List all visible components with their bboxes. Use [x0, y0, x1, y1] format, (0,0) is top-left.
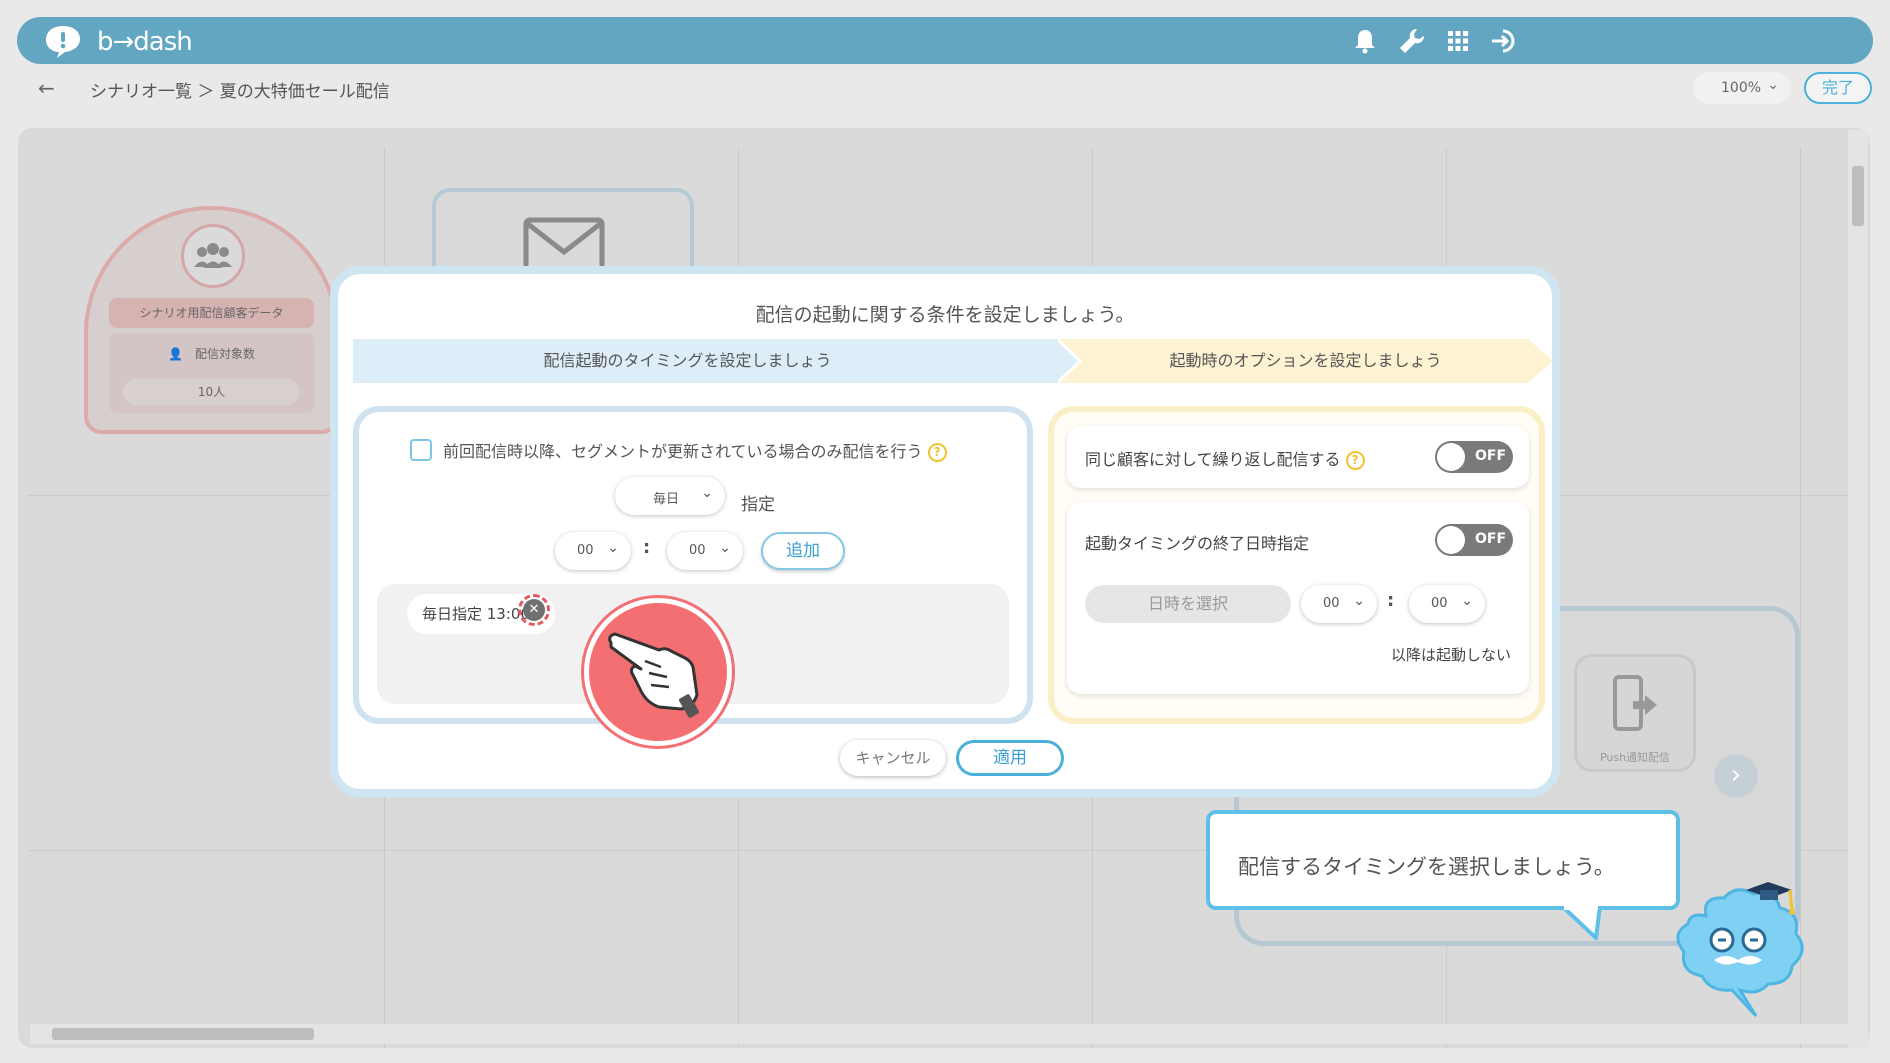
end-hour-value: 00	[1323, 596, 1340, 611]
hour-select[interactable]: 00 ⌄	[555, 532, 631, 570]
breadcrumb-bar: ← シナリオ一覧 ＞ 夏の大特価セール配信 100% ⌄ 完了	[10, 68, 1876, 110]
toggle-knob	[1437, 443, 1465, 471]
start-node[interactable]: シナリオ用配信顧客データ 👤 配信対象数 10人	[84, 206, 339, 434]
repeat-option-label: 同じ顧客に対して繰り返し配信する ?	[1085, 446, 1365, 470]
zoom-select[interactable]: 100% ⌄	[1693, 72, 1791, 104]
modal-title: 配信の起動に関する条件を設定しましょう。	[755, 304, 1135, 326]
apply-button[interactable]: 適用	[956, 740, 1064, 776]
logo-text: b→dash	[97, 27, 193, 57]
pointing-hand-icon	[584, 598, 732, 746]
tooltip-tail	[1560, 906, 1602, 940]
top-navigation-bar: b→dash	[17, 17, 1873, 64]
count-label: 👤 配信対象数	[168, 347, 255, 361]
end-date-toggle[interactable]: OFF	[1435, 524, 1513, 556]
time-colon: :	[1387, 590, 1395, 611]
toggle-state: OFF	[1475, 448, 1507, 464]
hour-value: 00	[577, 543, 594, 558]
users-icon	[181, 224, 245, 288]
toggle-state: OFF	[1475, 531, 1507, 547]
end-hour-select[interactable]: 00 ⌄	[1301, 585, 1377, 623]
bell-icon[interactable]	[1350, 26, 1380, 56]
back-arrow-icon[interactable]: ←	[38, 76, 55, 100]
breadcrumb[interactable]: シナリオ一覧 ＞ 夏の大特価セール配信	[90, 77, 390, 102]
horizontal-scrollbar[interactable]	[30, 1024, 1848, 1044]
next-arrow-icon[interactable]: ›	[1714, 754, 1758, 798]
chevron-down-icon: ⌄	[701, 485, 713, 501]
phone-push-icon	[1613, 675, 1657, 731]
help-icon[interactable]: ?	[927, 443, 947, 462]
chevron-down-icon: ⌄	[1461, 593, 1473, 609]
end-date-label: 起動タイミングの終了日時指定	[1085, 534, 1310, 553]
logo-bubble-icon	[46, 26, 80, 58]
options-panel: 同じ顧客に対して繰り返し配信する ? OFF 起動タイミングの終了日時指定 OF…	[1048, 406, 1545, 724]
minute-value: 00	[689, 543, 706, 558]
guide-tooltip: 配信するタイミングを選択しましょう。	[1206, 810, 1680, 910]
zoom-value: 100%	[1721, 80, 1762, 96]
push-node-label: Push通知配信	[1599, 751, 1671, 764]
tooltip-text: 配信するタイミングを選択しましょう。	[1238, 855, 1615, 879]
repeat-option-card: 同じ顧客に対して繰り返し配信する ? OFF	[1067, 426, 1529, 488]
grid-icon[interactable]	[1443, 26, 1473, 56]
frequency-suffix: 指定	[741, 495, 775, 515]
step-options[interactable]: 起動時のオプションを設定しましょう	[1058, 339, 1553, 383]
frequency-value: 毎日	[653, 492, 680, 507]
step-timing[interactable]: 配信起動のタイミングを設定しましょう	[353, 339, 1058, 383]
chevron-down-icon: ⌄	[607, 540, 619, 556]
scrollbar-thumb[interactable]	[52, 1028, 314, 1040]
start-node-count-box: 👤 配信対象数 10人	[109, 333, 314, 413]
mascot-brain-icon	[1676, 882, 1804, 1018]
segment-update-checkbox[interactable]	[410, 439, 432, 461]
done-button[interactable]: 完了	[1804, 72, 1872, 104]
after-end-text: 以降は起動しない	[1390, 646, 1511, 664]
start-node-title: シナリオ用配信顧客データ	[109, 298, 314, 328]
logout-icon[interactable]	[1489, 26, 1519, 56]
date-picker-button[interactable]: 日時を選択	[1085, 585, 1291, 623]
chevron-down-icon: ⌄	[1353, 593, 1365, 609]
end-minute-select[interactable]: 00 ⌄	[1409, 585, 1485, 623]
chevron-down-icon: ⌄	[1767, 77, 1779, 93]
help-icon[interactable]: ?	[1345, 451, 1365, 470]
end-date-option-card: 起動タイミングの終了日時指定 OFF 日時を選択 00 ⌄ : 00 ⌄ 以降は…	[1067, 502, 1529, 694]
toggle-knob	[1437, 526, 1465, 554]
vertical-scrollbar[interactable]	[1848, 130, 1868, 1048]
time-colon: :	[643, 537, 651, 558]
segment-update-label: 前回配信時以降、セグメントが更新されている場合のみ配信を行う ?	[443, 438, 947, 462]
frequency-select[interactable]: 毎日 ⌄	[615, 477, 725, 515]
scrollbar-thumb[interactable]	[1852, 166, 1864, 226]
chevron-down-icon: ⌄	[719, 540, 731, 556]
end-minute-value: 00	[1431, 596, 1448, 611]
push-notification-node[interactable]: Push通知配信	[1574, 654, 1696, 772]
user-icon: 👤	[168, 347, 183, 361]
remove-entry-icon[interactable]: ✕	[523, 599, 545, 621]
minute-select[interactable]: 00 ⌄	[667, 532, 743, 570]
wrench-icon[interactable]	[1397, 26, 1427, 56]
add-timing-button[interactable]: 追加	[761, 532, 845, 570]
count-value: 10人	[123, 379, 300, 405]
launch-condition-modal: 配信の起動に関する条件を設定しましょう。 配信起動のタイミングを設定しましょう …	[330, 266, 1560, 797]
cancel-button[interactable]: キャンセル	[840, 740, 946, 776]
repeat-toggle[interactable]: OFF	[1435, 441, 1513, 473]
b-dash-logo[interactable]: b→dash	[35, 21, 193, 61]
